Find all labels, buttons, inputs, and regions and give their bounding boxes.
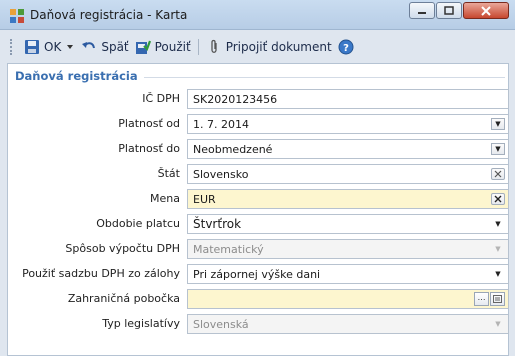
toolbar-separator xyxy=(197,39,199,55)
chevron-down-icon[interactable] xyxy=(65,43,75,51)
attach-document-label: Pripojiť dokument xyxy=(225,40,332,54)
close-button[interactable] xyxy=(463,2,509,19)
back-label: Späť xyxy=(101,40,129,54)
ok-button[interactable]: OK xyxy=(21,36,78,58)
undo-icon xyxy=(82,42,96,49)
valid-from-value: 1. 7. 2014 xyxy=(193,118,249,131)
form-row-foreign-branch: Zahraničná pobočka ⋯ xyxy=(0,289,515,309)
payer-period-select[interactable]: Štvrťrok ▼ xyxy=(187,214,509,234)
paperclip-icon xyxy=(211,39,217,53)
payer-period-value: Štvrťrok xyxy=(193,217,242,231)
legislation-type-value: Slovenská xyxy=(193,318,249,331)
vat-calculation-label: Spôsob výpočtu DPH xyxy=(65,242,180,255)
currency-value: EUR xyxy=(193,193,216,206)
advance-vat-rate-select[interactable]: Pri zápornej výške dani ▼ xyxy=(187,264,509,284)
chevron-down-icon[interactable]: ▼ xyxy=(491,143,505,155)
country-input[interactable]: Slovensko xyxy=(187,164,509,184)
back-button[interactable]: Späť xyxy=(78,36,131,58)
advance-vat-rate-value: Pri zápornej výške dani xyxy=(193,268,321,281)
form-row-currency: Mena EUR xyxy=(0,189,515,209)
clear-icon[interactable] xyxy=(491,193,505,205)
valid-from-date-picker[interactable]: 1. 7. 2014 ▼ xyxy=(187,114,509,134)
ic-dph-input[interactable]: SK2020123456 xyxy=(187,89,509,109)
chevron-down-icon[interactable]: ▼ xyxy=(491,268,505,280)
toolbar-grip[interactable] xyxy=(10,39,15,55)
svg-text:?: ? xyxy=(343,43,349,54)
ic-dph-label: IČ DPH xyxy=(142,92,180,105)
save-icon xyxy=(25,40,39,54)
chevron-down-icon: ▼ xyxy=(495,320,501,328)
form-row-payer-period: Obdobie platcu Štvrťrok ▼ xyxy=(0,214,515,234)
clear-icon[interactable] xyxy=(491,168,505,180)
foreign-branch-label: Zahraničná pobočka xyxy=(67,292,180,305)
list-icon[interactable] xyxy=(490,292,505,306)
currency-input[interactable]: EUR xyxy=(187,189,509,209)
chevron-down-icon[interactable]: ▼ xyxy=(491,218,505,230)
attach-document-button[interactable]: Pripojiť dokument xyxy=(203,36,335,58)
form-row-vat-calculation: Spôsob výpočtu DPH Matematický ▼ xyxy=(0,239,515,259)
vat-calculation-value: Matematický xyxy=(193,243,264,256)
help-button[interactable]: ? xyxy=(335,36,361,58)
ic-dph-value: SK2020123456 xyxy=(193,93,278,106)
window-controls xyxy=(408,2,509,21)
title-bar: Daňová registrácia - Karta xyxy=(0,0,515,30)
valid-to-value: Neobmedzené xyxy=(193,143,273,156)
toolbar: OK Späť Použiť Pripojiť dokument ? xyxy=(6,34,509,60)
maximize-button[interactable] xyxy=(436,2,462,19)
legislation-type-select: Slovenská ▼ xyxy=(187,314,509,334)
foreign-branch-input[interactable]: ⋯ xyxy=(187,289,509,309)
form-row-country: Štát Slovensko xyxy=(0,164,515,184)
valid-to-date-picker[interactable]: Neobmedzené ▼ xyxy=(187,139,509,159)
help-icon: ? xyxy=(338,39,354,55)
app-icon xyxy=(10,9,24,23)
legislation-type-label: Typ legislatívy xyxy=(102,317,180,330)
valid-from-label: Platnosť od xyxy=(118,117,180,130)
country-label: Štát xyxy=(157,167,180,180)
chevron-down-icon[interactable]: ▼ xyxy=(491,118,505,130)
maximize-icon xyxy=(444,6,454,15)
minimize-icon xyxy=(418,11,426,14)
apply-button[interactable]: Použiť xyxy=(132,36,194,58)
country-value: Slovensko xyxy=(193,168,249,181)
close-icon xyxy=(481,5,491,16)
valid-to-label: Platnosť do xyxy=(118,142,180,155)
form-row-valid-to: Platnosť do Neobmedzené ▼ xyxy=(0,139,515,159)
chevron-down-icon: ▼ xyxy=(495,245,501,253)
form-row-ic-dph: IČ DPH SK2020123456 xyxy=(0,89,515,109)
advance-vat-rate-label: Použiť sadzbu DPH zo zálohy xyxy=(22,267,180,280)
vat-calculation-select: Matematický ▼ xyxy=(187,239,509,259)
apply-label: Použiť xyxy=(154,40,191,54)
minimize-button[interactable] xyxy=(409,2,435,19)
form-row-advance-vat-rate: Použiť sadzbu DPH zo zálohy Pri zápornej… xyxy=(0,264,515,284)
currency-label: Mena xyxy=(150,192,180,205)
section-title: Daňová registrácia xyxy=(15,69,144,83)
ok-label: OK xyxy=(44,40,62,54)
apply-icon xyxy=(135,40,151,54)
form-row-legislation-type: Typ legislatívy Slovenská ▼ xyxy=(0,314,515,334)
ellipsis-icon[interactable]: ⋯ xyxy=(474,292,489,306)
form-row-valid-from: Platnosť od 1. 7. 2014 ▼ xyxy=(0,114,515,134)
window-title: Daňová registrácia - Karta xyxy=(30,8,188,22)
payer-period-label: Obdobie platcu xyxy=(96,217,180,230)
